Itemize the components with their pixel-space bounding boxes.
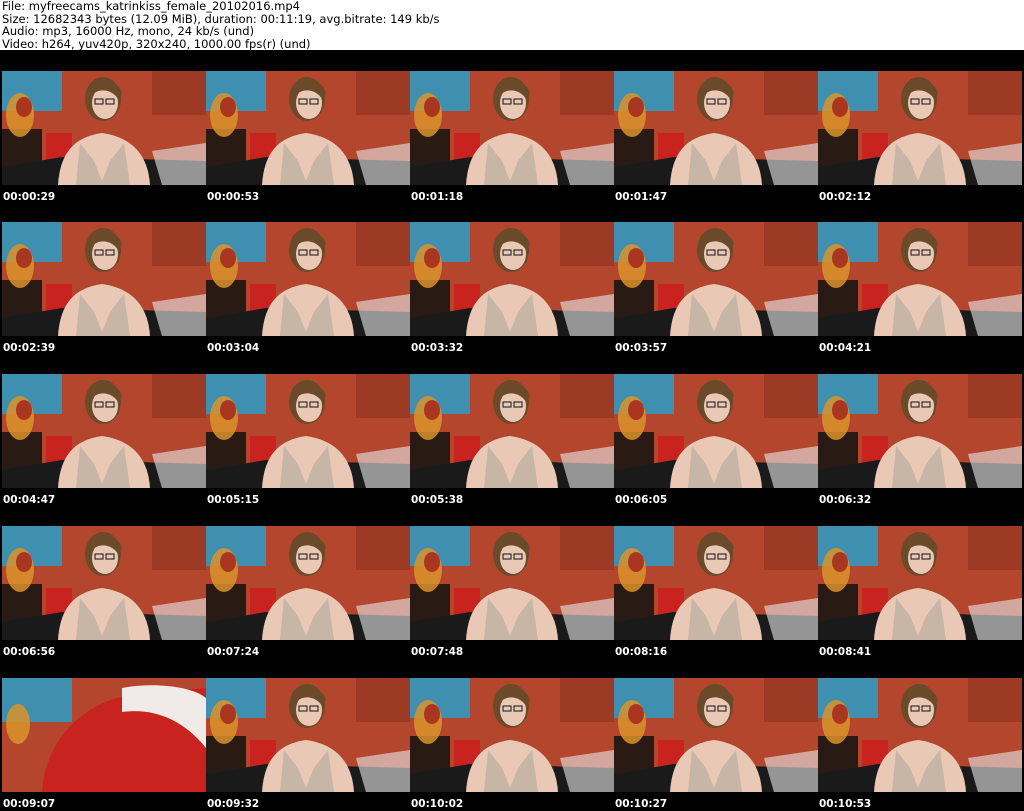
video-frame-thumbnail — [410, 222, 614, 336]
video-frame-thumbnail — [206, 374, 410, 488]
audio-info-line: Audio: mp3, 16000 Hz, mono, 24 kb/s (und… — [2, 24, 255, 38]
frame-timestamp: 00:02:12 — [819, 191, 872, 203]
frame-timestamp: 00:00:53 — [207, 191, 260, 203]
frame-timestamp: 00:03:32 — [411, 342, 464, 354]
file-info-header: File: myfreecams_katrinkiss_female_20102… — [0, 0, 1024, 50]
video-frame-thumbnail — [2, 222, 206, 336]
frame-timestamp: 00:01:18 — [411, 191, 464, 203]
frame-timestamp: 00:01:47 — [615, 191, 668, 203]
video-frame-thumbnail — [410, 678, 614, 792]
video-frame-thumbnail — [614, 222, 818, 336]
frame-timestamp: 00:09:32 — [207, 798, 260, 810]
frame-timestamp: 00:02:39 — [3, 342, 56, 354]
file-name-line: File: myfreecams_katrinkiss_female_20102… — [2, 0, 300, 13]
frame-timestamp: 00:05:15 — [207, 494, 260, 506]
video-frame-thumbnail — [818, 222, 1022, 336]
video-info-line: Video: h264, yuv420p, 320x240, 1000.00 f… — [2, 36, 311, 51]
video-frame-thumbnail — [206, 222, 410, 336]
frame-timestamp: 00:04:47 — [3, 494, 56, 506]
video-frame-thumbnail — [410, 526, 614, 640]
video-frame-thumbnail — [614, 374, 818, 488]
frame-timestamp: 00:06:56 — [3, 646, 56, 658]
frame-timestamp: 00:10:02 — [411, 798, 464, 810]
video-frame-thumbnail — [614, 526, 818, 640]
frame-timestamp: 00:08:41 — [819, 646, 872, 658]
frame-timestamp: 00:03:04 — [207, 342, 260, 354]
video-frame-thumbnail — [818, 526, 1022, 640]
frame-timestamp: 00:05:38 — [411, 494, 464, 506]
video-frame-thumbnail — [818, 374, 1022, 488]
frame-timestamp: 00:06:32 — [819, 494, 872, 506]
video-frame-thumbnail — [614, 71, 818, 185]
video-frame-thumbnail — [2, 678, 206, 792]
video-frame-thumbnail — [410, 71, 614, 185]
frame-timestamp: 00:10:53 — [819, 798, 872, 810]
frame-timestamp: 00:10:27 — [615, 798, 668, 810]
video-frame-thumbnail — [614, 678, 818, 792]
video-frame-thumbnail — [818, 71, 1022, 185]
frame-timestamp: 00:07:48 — [411, 646, 464, 658]
frame-timestamp: 00:06:05 — [615, 494, 668, 506]
video-frame-thumbnail — [2, 526, 206, 640]
video-frame-thumbnail — [206, 678, 410, 792]
video-frame-thumbnail — [818, 678, 1022, 792]
frame-timestamp: 00:07:24 — [207, 646, 260, 658]
thumbnail-grid: 00:00:29 00:00:53 00:01:18 00:01:47 00:0… — [0, 50, 1024, 811]
frame-timestamp: 00:00:29 — [3, 191, 56, 203]
video-frame-thumbnail — [2, 374, 206, 488]
frame-timestamp: 00:03:57 — [615, 342, 668, 354]
video-frame-thumbnail — [206, 71, 410, 185]
frame-timestamp: 00:08:16 — [615, 646, 668, 658]
video-frame-thumbnail — [410, 374, 614, 488]
video-frame-thumbnail — [206, 526, 410, 640]
video-frame-thumbnail — [2, 71, 206, 185]
frame-timestamp: 00:09:07 — [3, 798, 56, 810]
frame-timestamp: 00:04:21 — [819, 342, 872, 354]
